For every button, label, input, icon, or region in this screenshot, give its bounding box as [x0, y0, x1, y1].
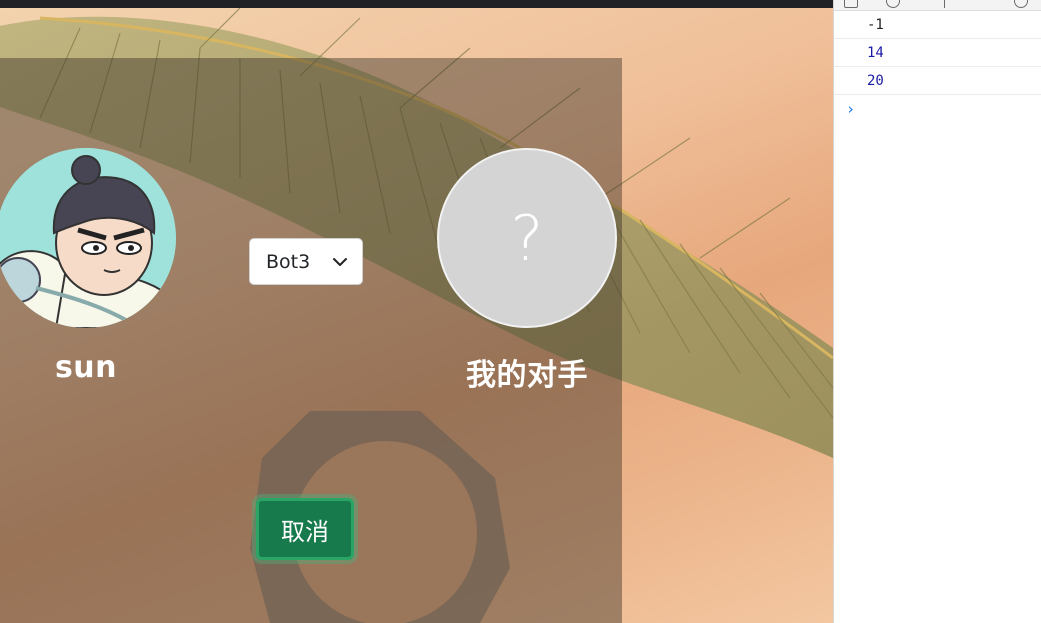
opponent-card: ? 我的对手 [437, 148, 617, 394]
bot-select-dropdown[interactable]: Bot3 [249, 238, 363, 285]
opponent-name: 我的对手 [466, 358, 588, 393]
app-root: sun Bot3 ? 我的对手 取消 -1 14 20 › [0, 0, 1041, 623]
settings-icon[interactable] [1014, 0, 1028, 8]
devtools-toolbar [834, 0, 1041, 11]
game-viewport: sun Bot3 ? 我的对手 取消 [0, 8, 833, 623]
bot-select-value: Bot3 [266, 250, 311, 273]
chevron-down-icon [333, 258, 347, 266]
opponent-avatar-placeholder: ? [437, 148, 617, 328]
player-name: sun [54, 350, 118, 385]
console-output-line: 20 [834, 67, 1041, 95]
player-avatar [0, 148, 176, 328]
inspect-icon[interactable] [844, 0, 858, 8]
console-output-line: -1 [834, 11, 1041, 39]
devtools-console-panel: -1 14 20 › [833, 0, 1041, 623]
cancel-button[interactable]: 取消 [256, 498, 354, 560]
block-icon[interactable] [886, 0, 900, 8]
toolbar-divider-icon [944, 0, 958, 8]
cartoon-boy-avatar-icon [0, 148, 176, 328]
player-card: sun [0, 148, 176, 385]
console-prompt[interactable]: › [834, 95, 1041, 123]
console-output-line: 14 [834, 39, 1041, 67]
browser-top-bar [0, 0, 833, 8]
match-panel: sun Bot3 ? 我的对手 取消 [0, 58, 622, 623]
